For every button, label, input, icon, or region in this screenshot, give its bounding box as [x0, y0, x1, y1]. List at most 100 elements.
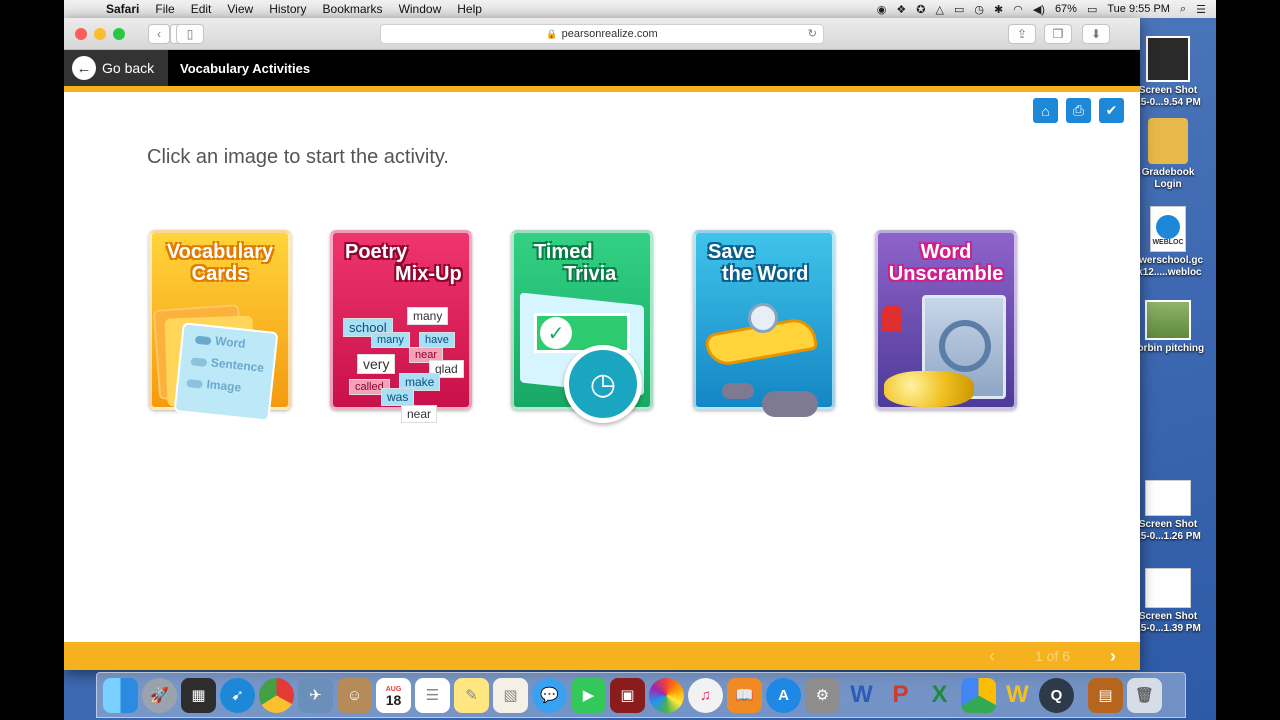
screenshot-thumbnail	[1146, 36, 1190, 82]
browser-back-button[interactable]: ‹	[148, 24, 170, 44]
activity-poetry-mix-up[interactable]: Poetry Mix-Up many school many have near…	[330, 230, 472, 423]
menu-file[interactable]: File	[147, 2, 182, 16]
gradebook-icon	[1148, 118, 1188, 164]
toggle-icon	[190, 357, 208, 367]
launchpad-icon[interactable]: 🚀	[142, 677, 177, 713]
activity-title: Timed Trivia	[534, 241, 617, 285]
desktop-item-corbin-pitching[interactable]: corbin pitching	[1128, 300, 1208, 355]
notification-center-icon[interactable]: ☰	[1196, 3, 1206, 16]
finder-icon[interactable]	[103, 677, 138, 713]
wifi-icon[interactable]: ◠	[1013, 3, 1023, 16]
asteroid-icon	[762, 391, 818, 417]
desktop-item-screenshot-1[interactable]: Screen Shot 15-0...9.54 PM	[1128, 36, 1208, 109]
google-drive-icon[interactable]	[961, 677, 996, 713]
go-back-button[interactable]: ← Go back	[64, 50, 168, 86]
battery-percent[interactable]: 67%	[1055, 3, 1077, 15]
toggle-icon	[186, 378, 203, 389]
record-icon[interactable]: ◉	[877, 3, 887, 16]
volume-icon[interactable]: ◀)	[1033, 3, 1045, 16]
go-back-label: Go back	[102, 60, 155, 76]
photo-booth-icon[interactable]: ▣	[610, 677, 645, 713]
tabs-icon: ❐	[1052, 27, 1064, 41]
activity-timed-trivia[interactable]: Timed Trivia ✓ ◷	[511, 230, 653, 423]
minimize-window-button[interactable]	[94, 28, 106, 40]
messages-icon[interactable]: 💬	[532, 677, 567, 713]
word-icon[interactable]: W	[844, 678, 879, 713]
itunes-icon[interactable]: ♫	[688, 677, 723, 713]
preview-icon[interactable]: ▧	[493, 677, 528, 713]
checkmark-icon[interactable]: ✔	[1099, 98, 1124, 123]
menu-bookmarks[interactable]: Bookmarks	[315, 2, 391, 16]
share-button[interactable]: ⇪	[1008, 24, 1036, 44]
activity-save-the-word[interactable]: Save the Word	[693, 230, 835, 417]
reload-icon[interactable]: ↻	[808, 27, 817, 40]
menu-history[interactable]: History	[261, 2, 314, 16]
excel-icon[interactable]: X	[922, 678, 957, 713]
lock-icon: 🔒	[546, 28, 558, 39]
bluetooth-icon[interactable]: ✱	[994, 3, 1003, 16]
mail-icon[interactable]: ✈	[298, 677, 333, 713]
check-circle-icon: ✓	[540, 317, 572, 349]
app-store-icon[interactable]: A	[766, 677, 801, 713]
toggle-icon	[194, 335, 212, 346]
quicktime-icon[interactable]: Q	[1039, 677, 1074, 713]
menu-help[interactable]: Help	[449, 2, 490, 16]
clock-icon: ◷	[564, 345, 642, 423]
print-icon[interactable]: ⎙	[1066, 98, 1091, 123]
app-header: ← Go back Vocabulary Activities	[64, 50, 1140, 86]
menu-window[interactable]: Window	[391, 2, 450, 16]
page-title: Vocabulary Activities	[180, 60, 311, 76]
address-bar[interactable]: 🔒 pearsonrealize.com ↻	[380, 24, 824, 44]
clock[interactable]: Tue 9:55 PM	[1107, 3, 1170, 15]
battery-icon[interactable]: ▭	[1087, 3, 1097, 16]
sidebar-button[interactable]: ▯	[176, 24, 204, 44]
contacts-icon[interactable]: ☺	[337, 677, 372, 713]
calendar-icon[interactable]: AUG 18	[376, 677, 411, 713]
home-icon[interactable]: ⌂	[1033, 98, 1058, 123]
tabs-overview-button[interactable]: ❐	[1044, 24, 1072, 44]
downloads-button[interactable]: ⬇	[1082, 24, 1110, 44]
previous-page-button[interactable]: ‹	[989, 646, 995, 667]
spotlight-icon[interactable]: ⌕	[1180, 3, 1186, 16]
alarm-light-icon	[882, 305, 902, 331]
desktop-item-screenshot-3[interactable]: Screen Shot 15-0...1.39 PM	[1128, 568, 1208, 635]
time-machine-icon[interactable]: ◷	[974, 3, 984, 16]
desktop-item-screenshot-2[interactable]: Screen Shot 15-0...1.26 PM	[1128, 480, 1208, 543]
chrome-icon[interactable]	[259, 677, 294, 713]
desktop-item-gradebook[interactable]: Gradebook Login	[1128, 118, 1208, 191]
drive-icon[interactable]: △	[936, 3, 944, 16]
close-window-button[interactable]	[75, 28, 87, 40]
status-area: ◉ ❖ ✪ △ ▭ ◷ ✱ ◠ ◀) 67% ▭ Tue 9:55 PM ⌕ ☰	[877, 3, 1216, 16]
activity-word-unscramble[interactable]: Word Unscramble	[875, 230, 1017, 410]
safari-icon[interactable]: ➹	[220, 677, 255, 713]
ibooks-icon[interactable]: 📖	[727, 677, 762, 713]
mission-control-icon[interactable]: ▦	[181, 677, 216, 713]
vocab-card-graphic: Word Sentence Image	[173, 322, 279, 422]
astronaut-icon	[748, 303, 778, 333]
webloc-file-icon: WEBLOC	[1150, 206, 1186, 252]
safari-compass-icon	[1156, 215, 1180, 239]
page-indicator: 1 of 6	[1034, 648, 1070, 664]
trash-icon[interactable]: 🗑	[1127, 677, 1162, 713]
photos-icon[interactable]	[649, 677, 684, 713]
evernote-icon[interactable]: ✪	[916, 3, 925, 16]
facetime-icon[interactable]: ▶	[571, 677, 606, 713]
menu-app-safari[interactable]: Safari	[98, 2, 147, 16]
dropbox-icon[interactable]: ❖	[896, 3, 906, 16]
sketch-w-icon[interactable]: W	[1000, 678, 1035, 713]
arrow-left-icon: ←	[72, 56, 96, 80]
reminders-icon[interactable]: ☰	[415, 677, 450, 713]
pagination: ‹ 1 of 6 ›	[989, 646, 1116, 667]
notes-icon[interactable]: ✎	[454, 677, 489, 713]
menu-view[interactable]: View	[219, 2, 261, 16]
menu-edit[interactable]: Edit	[183, 2, 220, 16]
airplay-icon[interactable]: ▭	[954, 3, 964, 16]
downloads-stack-icon[interactable]: ▤	[1088, 677, 1123, 713]
browser-toolbar: ‹ › ▯ 🔒 pearsonrealize.com ↻ ⇪ ❐ ⬇	[64, 18, 1140, 50]
desktop-item-webloc[interactable]: WEBLOC owerschool.gc .k12.....webloc	[1128, 206, 1208, 279]
powerpoint-icon[interactable]: P	[883, 678, 918, 713]
system-preferences-icon[interactable]: ⚙	[805, 677, 840, 713]
activity-vocabulary-cards[interactable]: Vocabulary Cards Word Sentence Image	[149, 230, 291, 422]
zoom-window-button[interactable]	[113, 28, 125, 40]
next-page-button[interactable]: ›	[1110, 646, 1116, 667]
